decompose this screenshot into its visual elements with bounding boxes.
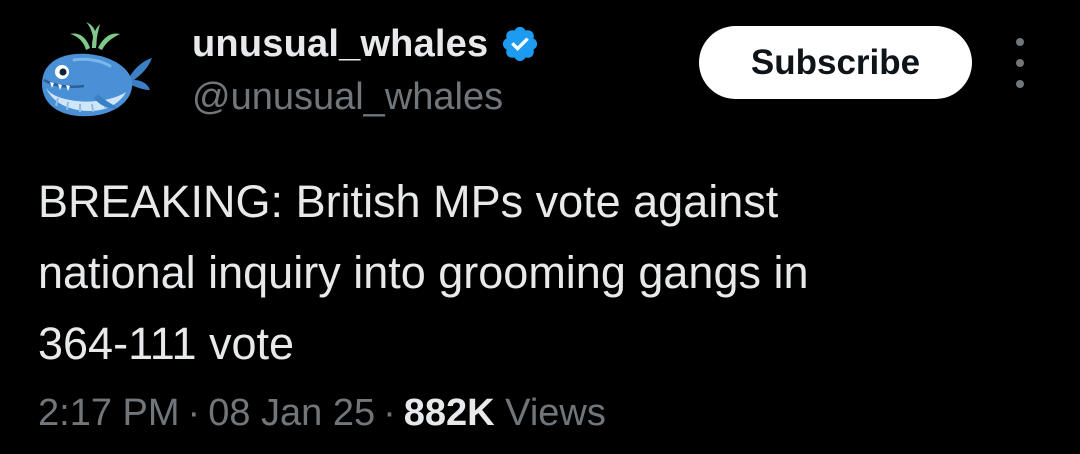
more-dot bbox=[1016, 59, 1024, 67]
meta-separator: · bbox=[187, 392, 201, 434]
more-dot bbox=[1016, 80, 1024, 88]
tweet-time[interactable]: 2:17 PM bbox=[38, 392, 180, 434]
more-dot bbox=[1016, 38, 1024, 46]
subscribe-button[interactable]: Subscribe bbox=[699, 26, 972, 99]
verified-badge-icon[interactable] bbox=[500, 24, 540, 64]
display-name[interactable]: unusual_whales bbox=[192, 23, 488, 66]
tweet-date[interactable]: 08 Jan 25 bbox=[208, 392, 375, 434]
meta-separator: · bbox=[383, 392, 396, 434]
tweet-card: unusual_whales @unusual_whales Subscribe… bbox=[0, 0, 1080, 454]
author-info: unusual_whales @unusual_whales bbox=[192, 18, 540, 119]
more-vertical-icon[interactable] bbox=[1004, 38, 1036, 88]
views-label[interactable]: Views bbox=[505, 392, 606, 434]
tweet-text: BREAKING: British MPs vote against natio… bbox=[38, 176, 809, 369]
views-count[interactable]: 882K bbox=[404, 392, 495, 434]
display-name-row: unusual_whales bbox=[192, 18, 540, 70]
whale-avatar-icon[interactable] bbox=[34, 14, 154, 126]
tweet-metadata: 2:17 PM · 08 Jan 25 · 882K Views bbox=[38, 392, 606, 435]
author-handle[interactable]: @unusual_whales bbox=[192, 76, 540, 119]
